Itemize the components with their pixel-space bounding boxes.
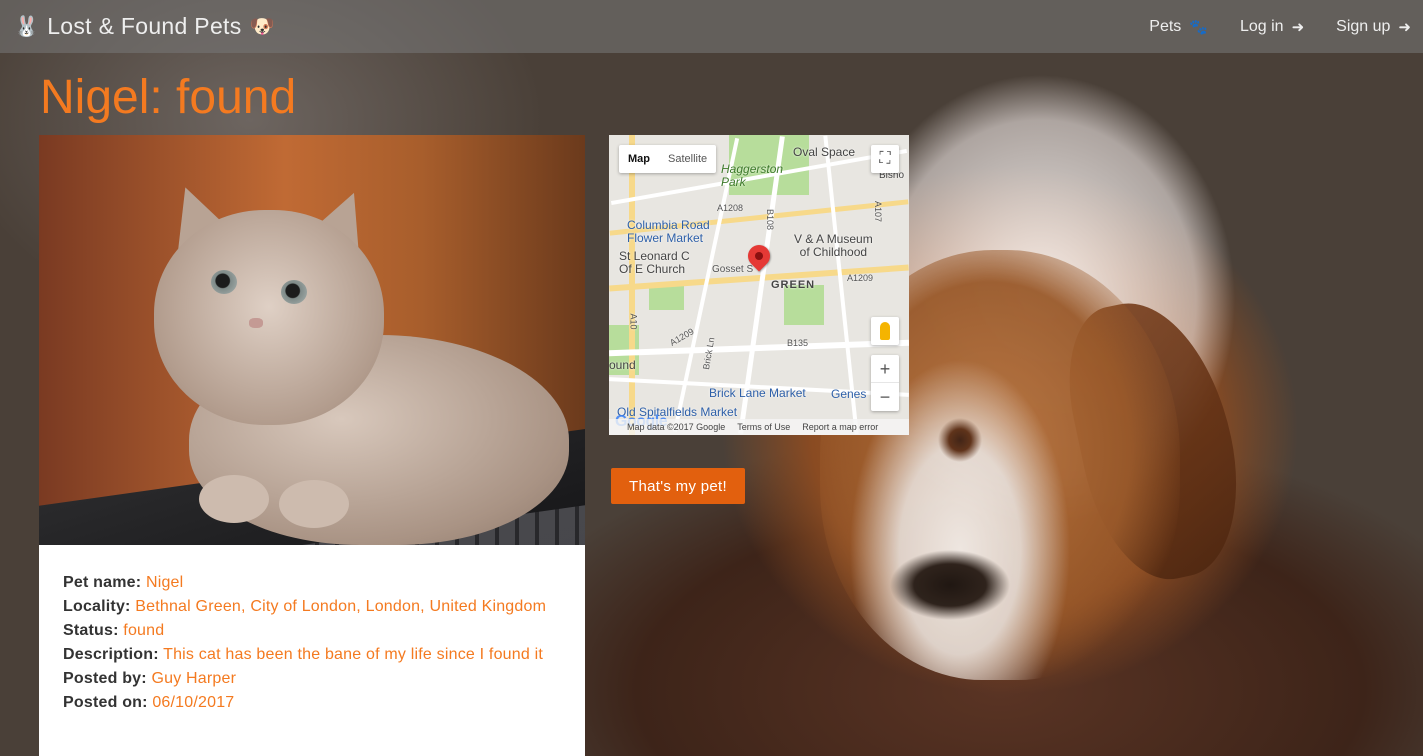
nav-pets-label: Pets bbox=[1149, 17, 1182, 35]
map-label: A1208 bbox=[717, 203, 744, 213]
nav-login-link[interactable]: Log in ➜ bbox=[1240, 18, 1304, 36]
detail-status: Status: found bbox=[63, 619, 561, 643]
map-label: St Leonard C Of E Church bbox=[619, 249, 690, 276]
map-label: Brick Lane Market bbox=[709, 386, 806, 400]
detail-posted-by: Posted by: Guy Harper bbox=[63, 667, 561, 691]
map-label: ound bbox=[609, 358, 636, 372]
nav-login-label: Log in bbox=[1239, 17, 1284, 35]
dog-icon: 🐶 bbox=[249, 16, 275, 38]
signup-icon: ➜ bbox=[1398, 18, 1411, 36]
nav-pets-link[interactable]: Pets 🐾 bbox=[1149, 18, 1208, 36]
detail-value: Guy Harper bbox=[151, 670, 237, 687]
map-label: A1209 bbox=[847, 273, 874, 283]
detail-label: Posted on: bbox=[63, 694, 148, 711]
nav-signup-label: Sign up bbox=[1336, 17, 1391, 35]
detail-locality: Locality: Bethnal Green, City of London,… bbox=[63, 595, 561, 619]
zoom-out-button[interactable]: − bbox=[871, 383, 899, 411]
detail-value: 06/10/2017 bbox=[152, 694, 235, 711]
detail-value: Nigel bbox=[145, 574, 184, 591]
cat-nose bbox=[249, 318, 263, 328]
map-park bbox=[649, 285, 684, 310]
zoom-in-button[interactable]: + bbox=[871, 355, 899, 383]
brand-title: Lost & Found Pets bbox=[47, 13, 242, 39]
cat-paw-right bbox=[279, 480, 349, 528]
map-label: Gosset S bbox=[712, 264, 754, 275]
nav-signup-link[interactable]: Sign up ➜ bbox=[1336, 18, 1411, 36]
detail-pet-name: Pet name: Nigel bbox=[63, 571, 561, 595]
map-label: Oval Space bbox=[793, 145, 856, 159]
detail-label: Description: bbox=[63, 646, 159, 663]
rabbit-icon: 🐰 bbox=[14, 16, 40, 38]
detail-label: Status: bbox=[63, 622, 119, 639]
detail-value: This cat has been the bane of my life si… bbox=[163, 646, 544, 663]
map-label: V & A Museum of Childhood bbox=[794, 232, 873, 259]
cat-eye-left bbox=[211, 270, 237, 294]
map-road bbox=[609, 339, 909, 357]
map-label: Haggerston Park bbox=[721, 162, 784, 189]
map-data-attribution: Map data ©2017 Google bbox=[627, 422, 726, 432]
navbar: 🐰 Lost & Found Pets 🐶 Pets 🐾 Log in ➜ Si… bbox=[0, 0, 1423, 53]
map-type-control: Map Satellite bbox=[619, 145, 717, 173]
brand[interactable]: 🐰 Lost & Found Pets 🐶 bbox=[14, 13, 275, 40]
login-icon: ➜ bbox=[1291, 18, 1305, 36]
map-label: B108 bbox=[765, 208, 776, 231]
map-label: Columbia Road Flower Market bbox=[627, 218, 710, 245]
detail-value: found bbox=[123, 622, 165, 639]
nav-links: Pets 🐾 Log in ➜ Sign up ➜ bbox=[1149, 18, 1411, 36]
map-label: B135 bbox=[787, 338, 809, 348]
page-title: Nigel: found bbox=[40, 71, 297, 124]
paw-icon: 🐾 bbox=[1189, 18, 1208, 36]
detail-value: Bethnal Green, City of London, London, U… bbox=[135, 598, 547, 615]
report-error-link[interactable]: Report a map error bbox=[802, 422, 878, 432]
location-map[interactable]: Oval Space Bisho Haggerston Park A1208 B… bbox=[609, 135, 909, 435]
map-road bbox=[629, 135, 635, 435]
map-type-satellite-button[interactable]: Satellite bbox=[659, 145, 716, 173]
pegman-icon[interactable] bbox=[871, 317, 899, 345]
claim-pet-button[interactable]: That's my pet! bbox=[611, 468, 745, 504]
pet-details: Pet name: Nigel Locality: Bethnal Green,… bbox=[39, 545, 585, 756]
fullscreen-icon[interactable]: ⛶ bbox=[871, 145, 899, 173]
map-label: A107 bbox=[873, 200, 884, 223]
detail-posted-on: Posted on: 06/10/2017 bbox=[63, 691, 561, 715]
pegman-figure bbox=[880, 322, 890, 340]
terms-link[interactable]: Terms of Use bbox=[737, 422, 790, 432]
pet-photo bbox=[39, 135, 585, 545]
map-label: Genes bbox=[831, 387, 867, 401]
cat-head bbox=[154, 210, 384, 425]
map-label: A10 bbox=[628, 313, 639, 330]
map-label: GREEN bbox=[771, 279, 816, 291]
detail-label: Locality: bbox=[63, 598, 131, 615]
detail-label: Pet name: bbox=[63, 574, 142, 591]
detail-label: Posted by: bbox=[63, 670, 147, 687]
detail-description: Description: This cat has been the bane … bbox=[63, 643, 561, 667]
cat-eye-right bbox=[281, 280, 307, 304]
map-label: Brick Ln bbox=[701, 336, 717, 371]
zoom-control: + − bbox=[871, 355, 899, 411]
map-footer: Map data ©2017 Google Terms of Use Repor… bbox=[609, 419, 909, 435]
cat-paw-left bbox=[199, 475, 269, 523]
map-type-map-button[interactable]: Map bbox=[619, 145, 659, 173]
